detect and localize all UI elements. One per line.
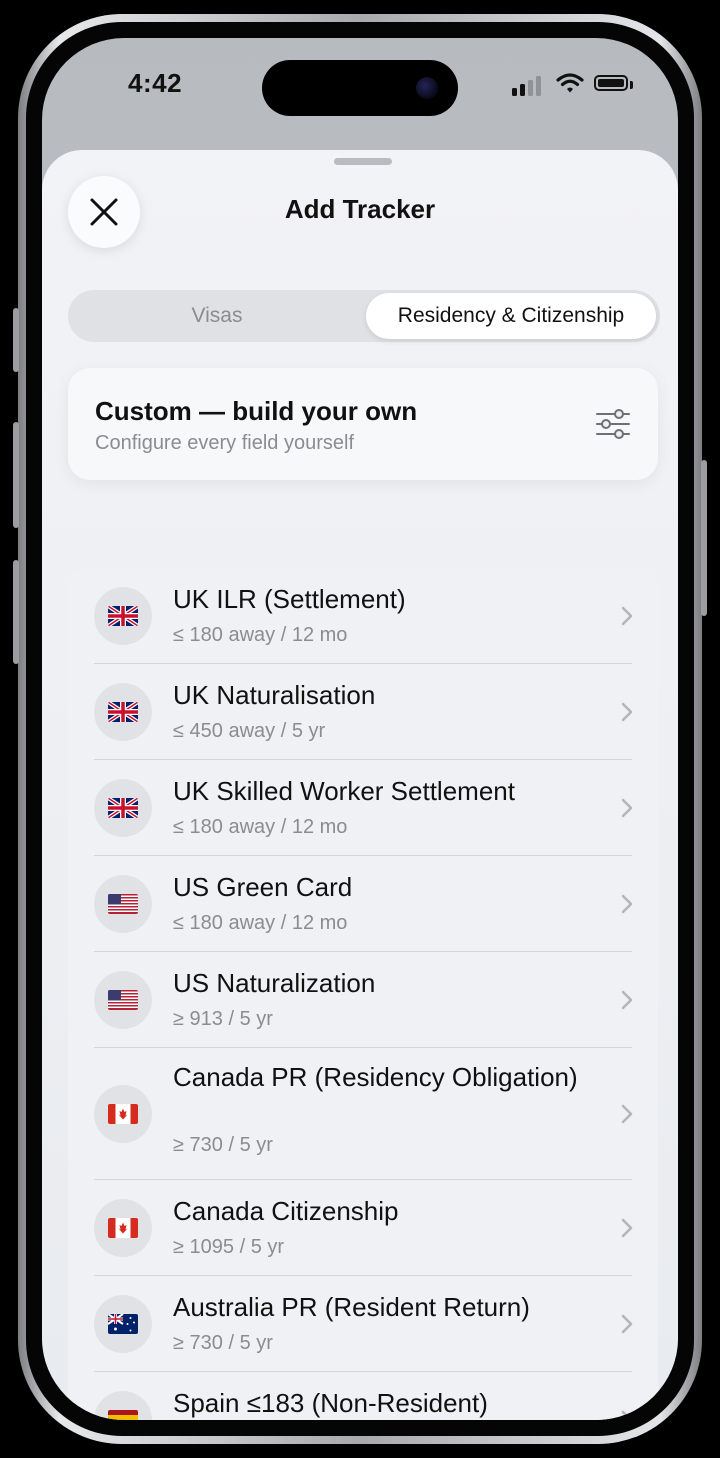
chevron-right-icon xyxy=(621,1410,633,1420)
chevron-right-icon xyxy=(621,702,633,722)
chevron-right-icon xyxy=(621,990,633,1010)
custom-tracker-title: Custom — build your own xyxy=(95,396,418,426)
tracker-list: UK ILR (Settlement) ≤ 180 away / 12 mo UK … xyxy=(68,568,658,1420)
sheet-title: Add Tracker xyxy=(284,194,436,224)
flag-icon xyxy=(94,683,152,741)
chevron-right-icon xyxy=(621,606,633,626)
action-button xyxy=(13,308,19,372)
flag-icon xyxy=(94,1085,152,1143)
tracker-requirement: ≤ 180 away / 12 mo xyxy=(173,624,348,646)
chevron-right-icon xyxy=(621,1104,633,1124)
tracker-title: Canada PR (Residency Obligation) xyxy=(173,1062,578,1092)
wifi-icon xyxy=(556,73,584,93)
volume-up-button xyxy=(13,422,19,528)
tracker-requirement: ≥ 730 / 5 yr xyxy=(173,1134,273,1156)
tab-visas[interactable]: Visas xyxy=(72,293,362,339)
tracker-row[interactable]: Spain ≤183 (Non-Resident) xyxy=(68,1372,658,1420)
tracker-row[interactable]: UK Skilled Worker Settlement ≤ 180 away /… xyxy=(68,760,658,856)
add-tracker-sheet: Add Tracker Visas Residency & Citizenshi… xyxy=(42,150,678,1420)
flag-icon xyxy=(94,779,152,837)
chevron-right-icon xyxy=(621,894,633,914)
status-time: 4:42 xyxy=(128,68,183,98)
tracker-row[interactable]: Canada PR (Residency Obligation) ≥ 730 / … xyxy=(68,1048,658,1180)
tracker-title: UK ILR (Settlement) xyxy=(173,584,406,614)
flag-icon xyxy=(94,971,152,1029)
power-button xyxy=(701,460,707,616)
tab-residency-citizenship[interactable]: Residency & Citizenship xyxy=(366,293,656,339)
tracker-title: US Naturalization xyxy=(173,968,376,998)
tracker-requirement: ≤ 180 away / 12 mo xyxy=(173,816,348,838)
custom-tracker-card[interactable]: Custom — build your own Configure every … xyxy=(68,368,658,480)
flag-icon xyxy=(94,875,152,933)
volume-down-button xyxy=(13,560,19,664)
flag-icon xyxy=(94,1295,152,1353)
tracker-row[interactable]: Canada Citizenship ≥ 1095 / 5 yr xyxy=(68,1180,658,1276)
tracker-requirement: ≥ 730 / 5 yr xyxy=(173,1332,273,1354)
tracker-row[interactable]: US Green Card ≤ 180 away / 12 mo xyxy=(68,856,658,952)
chevron-right-icon xyxy=(621,798,633,818)
sheet-grabber[interactable] xyxy=(334,158,392,165)
custom-tracker-subtitle: Configure every field yourself xyxy=(95,432,355,454)
chevron-right-icon xyxy=(621,1218,633,1238)
dynamic-island xyxy=(262,60,458,116)
flag-icon xyxy=(94,1391,152,1420)
tracker-requirement: ≤ 450 away / 5 yr xyxy=(173,720,326,742)
tracker-type-segmented-control: Visas Residency & Citizenship xyxy=(68,290,660,342)
tracker-row[interactable]: Australia PR (Resident Return) ≥ 730 / 5 … xyxy=(68,1276,658,1372)
tracker-requirement: ≥ 1095 / 5 yr xyxy=(173,1236,285,1258)
flag-icon xyxy=(94,1199,152,1257)
battery-tip xyxy=(630,81,633,89)
cellular-signal-icon xyxy=(512,74,546,96)
tracker-row[interactable]: UK Naturalisation ≤ 450 away / 5 yr xyxy=(68,664,658,760)
sliders-icon xyxy=(596,409,630,439)
front-camera-icon xyxy=(416,77,438,99)
tracker-row[interactable]: US Naturalization ≥ 913 / 5 yr xyxy=(68,952,658,1048)
tracker-title: UK Naturalisation xyxy=(173,680,376,710)
status-icons xyxy=(502,72,633,96)
screen: 4:42 Add Tracker Visas Residency & Citiz… xyxy=(42,38,678,1420)
battery-icon xyxy=(594,75,628,91)
chevron-right-icon xyxy=(621,1314,633,1334)
tracker-title: Spain ≤183 (Non-Resident) xyxy=(173,1388,488,1418)
tracker-title: Canada Citizenship xyxy=(173,1196,399,1226)
tracker-title: US Green Card xyxy=(173,872,353,902)
flag-icon xyxy=(94,587,152,645)
tracker-requirement: ≥ 913 / 5 yr xyxy=(173,1008,273,1030)
tracker-requirement: ≤ 180 away / 12 mo xyxy=(173,912,348,934)
tracker-row[interactable]: UK ILR (Settlement) ≤ 180 away / 12 mo xyxy=(68,568,658,664)
tracker-title: Australia PR (Resident Return) xyxy=(173,1292,530,1322)
tracker-title: UK Skilled Worker Settlement xyxy=(173,776,515,806)
